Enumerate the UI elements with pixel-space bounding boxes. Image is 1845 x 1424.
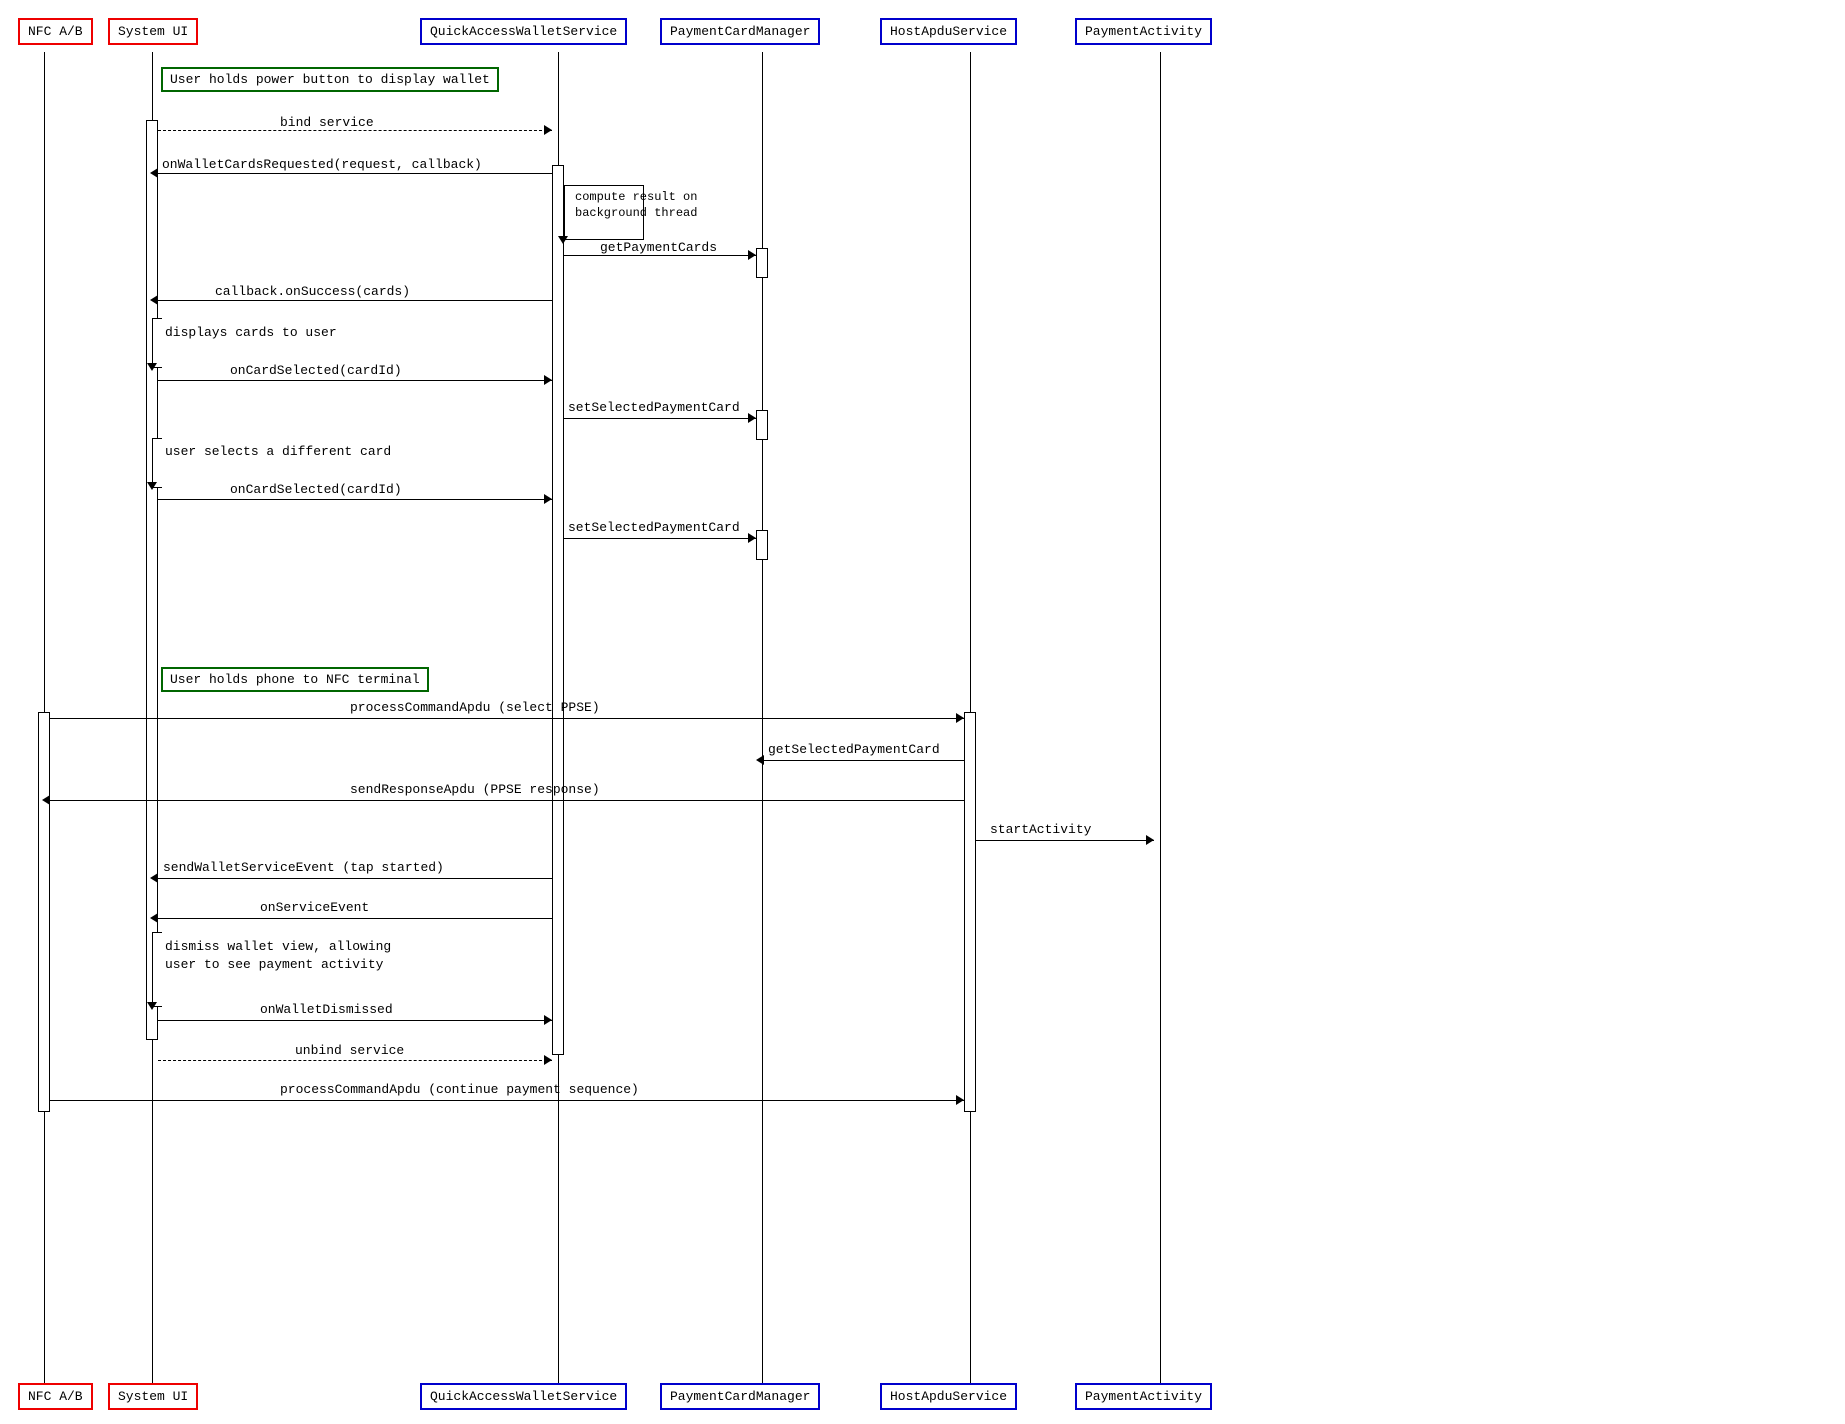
label-compute: compute result onbackground thread (575, 190, 697, 221)
activation-pcm-2 (756, 410, 768, 440)
activation-hapdu (964, 712, 976, 1112)
note-power-button: User holds power button to display walle… (161, 67, 499, 92)
activation-qaws (552, 165, 564, 1055)
activation-pcm-3 (756, 530, 768, 560)
actor-sysui-top: System UI (108, 18, 198, 45)
arrow-setselected2 (748, 533, 756, 543)
label-oncardselected1: onCardSelected(cardId) (230, 363, 402, 378)
msg-getpaymentcards (564, 255, 756, 256)
label-processapdu1: processCommandApdu (select PPSE) (350, 700, 600, 715)
label-dismiss: dismiss wallet view, allowinguser to see… (165, 938, 391, 974)
label-getpaymentcards: getPaymentCards (600, 240, 717, 255)
arrow-getselected (756, 755, 764, 765)
label-getselected: getSelectedPaymentCard (768, 742, 940, 757)
arrow-compute (558, 236, 568, 244)
arrow-oncardselected1 (544, 375, 552, 385)
msg-onsuccess (158, 300, 552, 301)
lifeline-pa (1160, 52, 1161, 1383)
arrow-onwalletcards (150, 168, 158, 178)
label-onsuccess: callback.onSuccess(cards) (215, 284, 410, 299)
arrow-unbind (544, 1055, 552, 1065)
msg-getselected (764, 760, 964, 761)
arrow-bind-service (544, 125, 552, 135)
activation-sysui (146, 120, 158, 1040)
arrow-setselected1 (748, 413, 756, 423)
arrow-sendwalletevent (150, 873, 158, 883)
arrow-onserviceevent (150, 913, 158, 923)
self-dismiss (152, 932, 162, 1007)
msg-processapdu1 (50, 718, 964, 719)
sequence-diagram: NFC A/B System UI QuickAccessWalletServi… (0, 0, 1845, 1424)
arrow-processapdu2 (956, 1095, 964, 1105)
label-processapdu2: processCommandApdu (continue payment seq… (280, 1082, 639, 1097)
label-onwalletcards: onWalletCardsRequested(request, callback… (162, 157, 482, 172)
label-onwalletdismissed: onWalletDismissed (260, 1002, 393, 1017)
actor-qaws-bottom: QuickAccessWalletService (420, 1383, 627, 1410)
actor-nfc-top: NFC A/B (18, 18, 93, 45)
msg-onwalletcards (158, 173, 552, 174)
activation-pcm-1 (756, 248, 768, 278)
arrow-onwalletdismissed (544, 1015, 552, 1025)
arrow-oncardselected2 (544, 494, 552, 504)
actor-hapdu-top: HostApduService (880, 18, 1017, 45)
label-setselected2: setSelectedPaymentCard (568, 520, 740, 535)
label-unbind: unbind service (295, 1043, 404, 1058)
actor-pa-bottom: PaymentActivity (1075, 1383, 1212, 1410)
arrow-sendresponse (42, 795, 50, 805)
note-nfc-terminal: User holds phone to NFC terminal (161, 667, 429, 692)
label-setselected1: setSelectedPaymentCard (568, 400, 740, 415)
label-bind-service: bind service (280, 115, 374, 130)
msg-onwalletdismissed (158, 1020, 552, 1021)
actor-qaws-top: QuickAccessWalletService (420, 18, 627, 45)
msg-setselected2 (564, 538, 756, 539)
label-onserviceevent: onServiceEvent (260, 900, 369, 915)
arrow-onsuccess (150, 295, 158, 305)
arrow-getpaymentcards (748, 250, 756, 260)
actor-pcm-bottom: PaymentCardManager (660, 1383, 820, 1410)
msg-processapdu2 (50, 1100, 964, 1101)
label-oncardselected2: onCardSelected(cardId) (230, 482, 402, 497)
arrow-displays (147, 363, 157, 371)
msg-startactivity (976, 840, 1154, 841)
msg-onserviceevent (158, 918, 552, 919)
msg-oncardselected2 (158, 499, 552, 500)
actor-sysui-bottom: System UI (108, 1383, 198, 1410)
label-user-selects-diff: user selects a different card (165, 444, 391, 459)
msg-sendwalletevent (158, 878, 552, 879)
self-displays (152, 318, 162, 368)
msg-sendresponse (50, 800, 964, 801)
actor-pa-top: PaymentActivity (1075, 18, 1212, 45)
arrow-selects-diff (147, 482, 157, 490)
msg-bind-service (158, 130, 552, 131)
label-sendwalletevent: sendWalletServiceEvent (tap started) (163, 860, 444, 875)
arrow-startactivity (1146, 835, 1154, 845)
self-selects-diff (152, 438, 162, 488)
activation-nfc (38, 712, 50, 1112)
actor-hapdu-bottom: HostApduService (880, 1383, 1017, 1410)
arrow-dismiss (147, 1002, 157, 1010)
msg-oncardselected1 (158, 380, 552, 381)
msg-setselected1 (564, 418, 756, 419)
arrow-processapdu1 (956, 713, 964, 723)
msg-unbind (158, 1060, 552, 1061)
label-displays-cards: displays cards to user (165, 325, 337, 340)
actor-nfc-bottom: NFC A/B (18, 1383, 93, 1410)
label-startactivity: startActivity (990, 822, 1091, 837)
label-sendresponse: sendResponseApdu (PPSE response) (350, 782, 600, 797)
actor-pcm-top: PaymentCardManager (660, 18, 820, 45)
